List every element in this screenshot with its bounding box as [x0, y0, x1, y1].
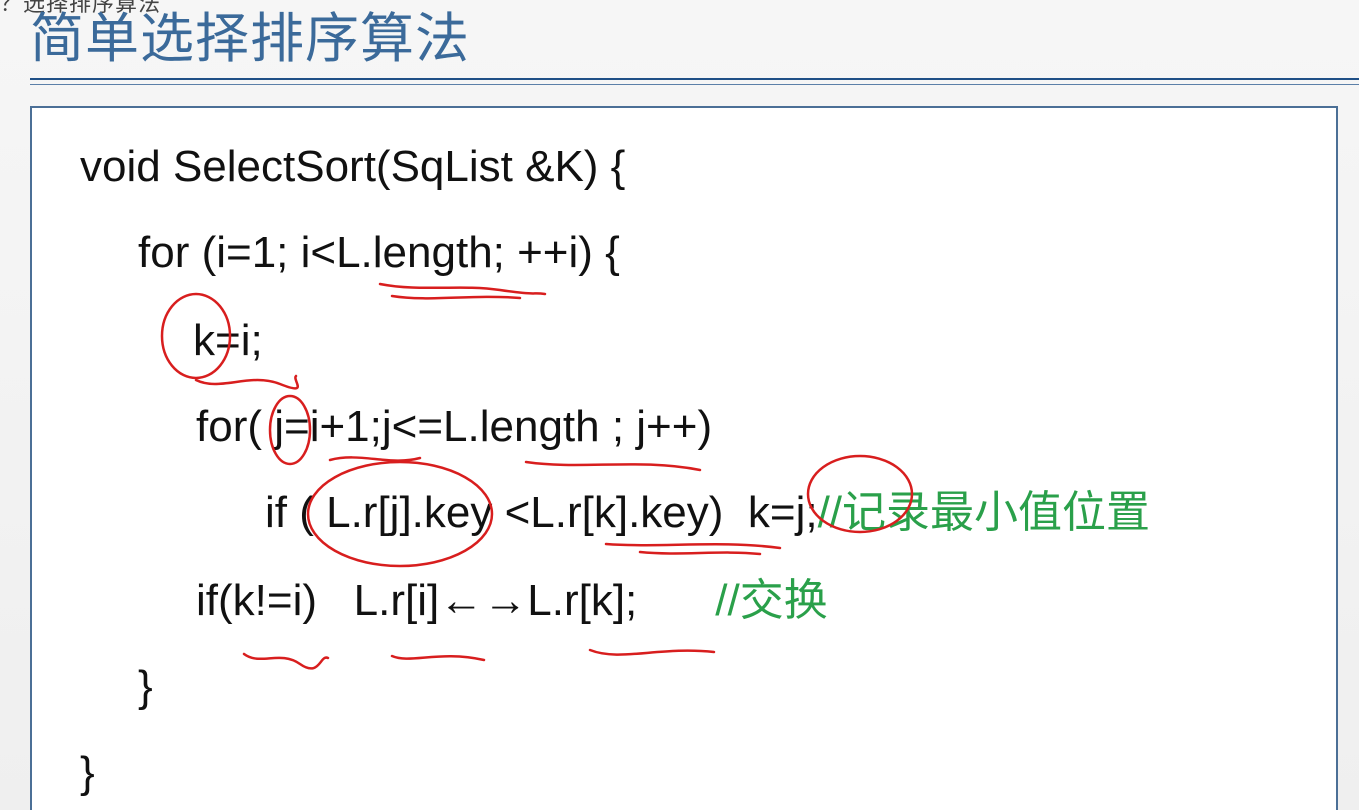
- compare-comment: //记录最小值位置: [817, 488, 1151, 537]
- code-line-function-close: }: [80, 748, 95, 797]
- code-line-assign-k: k=i;: [193, 316, 263, 365]
- code-line-inner-close: }: [138, 662, 153, 711]
- swap-code: if(k!=i) L.r[i]←→L.r[k];: [196, 576, 638, 625]
- code-line-outer-for: for (i=1; i<L.length; ++i) {: [138, 228, 620, 277]
- code-line-swap: if(k!=i) L.r[i]←→L.r[k]; //交换: [196, 573, 828, 629]
- compare-code: if ( L.r[j].key <L.r[k].key) k=j;: [265, 488, 818, 537]
- slide: ？选择排序算法 简单选择排序算法 void SelectSort(SqList …: [0, 0, 1359, 810]
- title-rule-thin: [30, 84, 1359, 85]
- code-line-compare: if ( L.r[j].key <L.r[k].key) k=j;//记录最小值…: [265, 485, 1150, 541]
- code-box: [30, 106, 1338, 810]
- title-rule: [30, 78, 1359, 80]
- code-line-function-signature: void SelectSort(SqList &K) {: [80, 142, 626, 191]
- code-line-inner-for: for( j=i+1;j<=L.length ; j++): [196, 402, 713, 451]
- swap-comment: //交换: [715, 576, 828, 625]
- slide-title: 简单选择排序算法: [30, 9, 470, 69]
